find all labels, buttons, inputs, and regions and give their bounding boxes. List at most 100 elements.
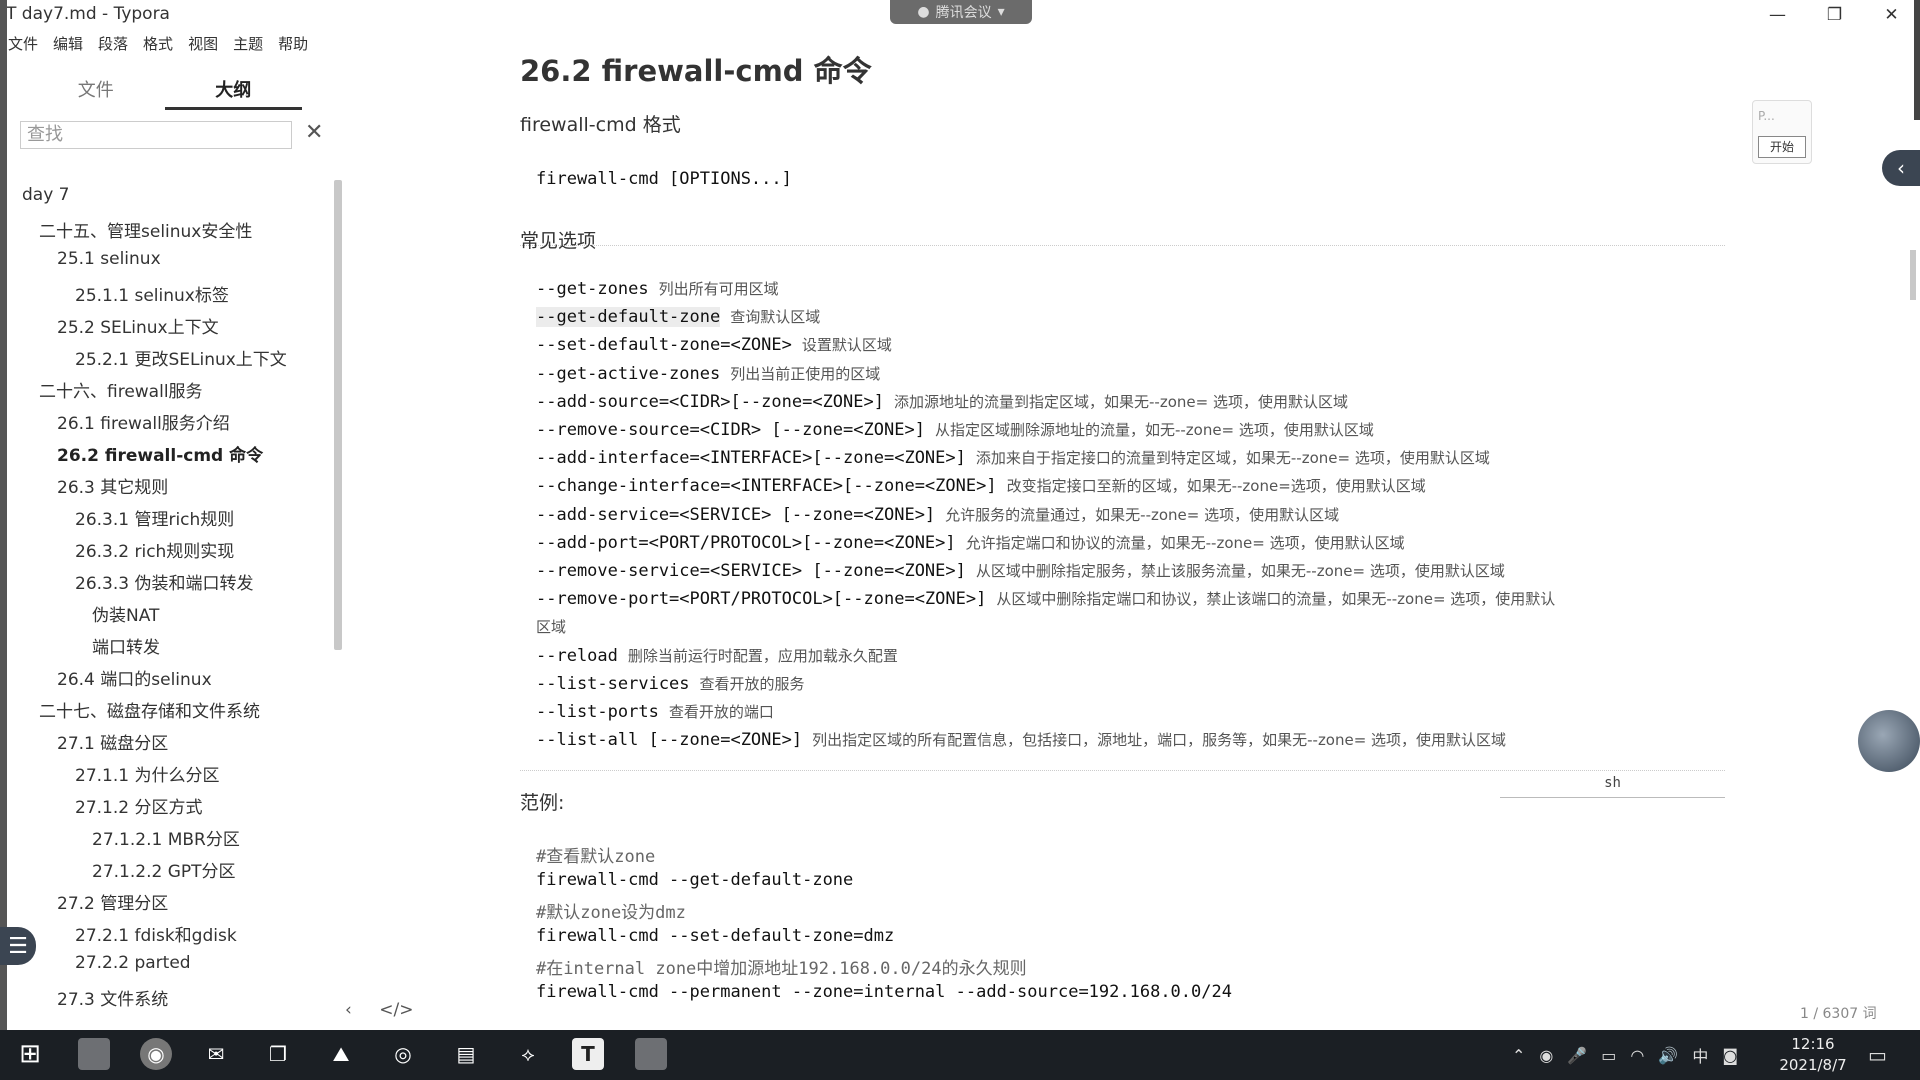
- outline-item[interactable]: day 7: [22, 185, 70, 205]
- menu-format[interactable]: 格式: [143, 33, 173, 54]
- typora-taskbar-icon[interactable]: T: [572, 1038, 604, 1070]
- outline-item[interactable]: 26.2 firewall-cmd 命令: [57, 441, 263, 466]
- code-line: firewall-cmd --permanent --zone=internal…: [536, 982, 1232, 1002]
- music-icon[interactable]: ◎: [387, 1038, 419, 1070]
- option-command: --get-active-zones: [536, 363, 721, 384]
- outline-toggle-button[interactable]: ☰: [0, 927, 36, 965]
- microphone-icon[interactable]: 🎤: [1567, 1046, 1587, 1065]
- outline-item[interactable]: 端口转发: [92, 633, 160, 658]
- collapse-arrow-button[interactable]: ‹: [1882, 150, 1920, 186]
- windows-start-icon[interactable]: ⊞: [14, 1038, 46, 1070]
- outline-item[interactable]: 二十六、firewall服务: [39, 377, 203, 402]
- file-explorer-icon[interactable]: ▤: [450, 1038, 482, 1070]
- notifications-icon[interactable]: ▭: [1868, 1030, 1887, 1080]
- outline-item[interactable]: 27.2 管理分区: [57, 889, 168, 914]
- outline-item[interactable]: 26.1 firewall服务介绍: [57, 409, 230, 434]
- outline-item[interactable]: 25.1.1 selinux标签: [75, 281, 229, 306]
- close-button[interactable]: ✕: [1863, 0, 1920, 30]
- option-line: --remove-source=<CIDR> [--zone=<ZONE>] 从指…: [536, 419, 1374, 440]
- outline-item[interactable]: 伪装NAT: [92, 601, 159, 626]
- outline-item[interactable]: 26.3 其它规则: [57, 473, 168, 498]
- app-thumbnail-icon[interactable]: [78, 1038, 110, 1070]
- outline-item[interactable]: 27.1.2.1 MBR分区: [92, 825, 240, 850]
- prev-icon[interactable]: ‹: [345, 1000, 352, 1020]
- minimize-button[interactable]: —: [1749, 0, 1806, 30]
- outline-item[interactable]: 26.3.3 伪装和端口转发: [75, 569, 253, 594]
- outline-item[interactable]: 25.2 SELinux上下文: [57, 313, 219, 338]
- wechat-icon[interactable]: ✉: [200, 1038, 232, 1070]
- qq-icon[interactable]: ◙: [1722, 1046, 1738, 1065]
- close-icon[interactable]: ✕: [305, 120, 323, 145]
- outline-item[interactable]: 26.4 端口的selinux: [57, 665, 212, 690]
- menu-bar: 文件 编辑 段落 格式 视图 主题 帮助: [8, 33, 323, 54]
- start-button[interactable]: 开始: [1758, 136, 1806, 158]
- outline-item[interactable]: 二十五、管理selinux安全性: [39, 217, 252, 242]
- camera-icon: ●: [917, 4, 930, 20]
- photos-icon[interactable]: ⛰: [325, 1038, 357, 1070]
- meeting-label: 腾讯会议: [935, 5, 992, 21]
- code-language-tag[interactable]: sh: [1500, 775, 1725, 798]
- option-line: --remove-service=<SERVICE> [--zone=<ZONE…: [536, 560, 1505, 581]
- option-description: 列出指定区域的所有配置信息，包括接口，源地址，端口，服务等，如果无--zone=…: [812, 731, 1507, 750]
- menu-paragraph[interactable]: 段落: [98, 33, 128, 54]
- outline-item[interactable]: 27.1.1 为什么分区: [75, 761, 219, 786]
- option-description: 允许指定端口和协议的流量，如果无--zone= 选项，使用默认区域: [965, 533, 1405, 552]
- options-code-block[interactable]: --get-zones 列出所有可用区域 --get-default-zone 查询默…: [520, 270, 1725, 771]
- outline-item[interactable]: 27.3 文件系统: [57, 985, 168, 1010]
- option-line: --get-zones 列出所有可用区域: [536, 278, 779, 299]
- option-line: --reload 删除当前运行时配置，应用加载永久配置: [536, 645, 898, 666]
- option-description: 从区域中删除指定服务，禁止该服务流量，如果无--zone= 选项，使用默认区域: [975, 562, 1505, 580]
- meeting-tray-icon[interactable]: ◉: [1539, 1046, 1553, 1065]
- option-description: 查看开放的端口: [668, 703, 774, 721]
- outline-item[interactable]: 25.1 selinux: [57, 249, 161, 269]
- outline-item[interactable]: 25.2.1 更改SELinux上下文: [75, 345, 287, 370]
- chrome-icon[interactable]: ◉: [140, 1038, 172, 1070]
- outline-item[interactable]: 26.3.1 管理rich规则: [75, 505, 234, 530]
- meeting-indicator[interactable]: ● 腾讯会议 ▾: [890, 0, 1032, 24]
- outline-item[interactable]: 27.1.2 分区方式: [75, 793, 202, 818]
- menu-view[interactable]: 视图: [188, 33, 218, 54]
- tab-outline[interactable]: 大纲: [164, 74, 302, 110]
- menu-edit[interactable]: 编辑: [53, 33, 83, 54]
- outline-item[interactable]: 27.1.2.2 GPT分区: [92, 857, 236, 882]
- code-comment-line: #默认zone设为dmz: [536, 903, 686, 923]
- option-command: --list-services: [536, 673, 690, 694]
- example-title: 范例:: [520, 792, 565, 814]
- option-line: 区域: [536, 616, 566, 637]
- virtual-desktop-icon[interactable]: ❐: [262, 1038, 294, 1070]
- option-command: --get-zones: [536, 279, 649, 299]
- outline-item[interactable]: 27.1 磁盘分区: [57, 729, 168, 754]
- wifi-icon[interactable]: ◠: [1630, 1046, 1644, 1065]
- sidebar-scrollbar[interactable]: [334, 180, 342, 650]
- outline-item[interactable]: 26.3.2 rich规则实现: [75, 537, 234, 562]
- option-line: --list-all [--zone=<ZONE>] 列出指定区域的所有配置信息，…: [536, 729, 1506, 750]
- battery-icon[interactable]: ▭: [1601, 1046, 1616, 1065]
- volume-icon[interactable]: 🔊: [1658, 1046, 1678, 1065]
- tab-files[interactable]: 文件: [27, 74, 165, 110]
- option-line: --get-active-zones 列出当前正使用的区域: [536, 363, 880, 384]
- typora-icon: T: [6, 4, 17, 24]
- screen-share-icon[interactable]: [635, 1038, 667, 1070]
- option-description: 从指定区域删除源地址的流量，如无--zone= 选项，使用默认区域: [934, 421, 1374, 439]
- menu-theme[interactable]: 主题: [233, 33, 263, 54]
- outline-search-input[interactable]: 查找: [20, 121, 292, 149]
- restore-button[interactable]: ❐: [1806, 0, 1863, 30]
- chevron-up-icon[interactable]: ⌃: [1512, 1046, 1525, 1065]
- option-description: 列出当前正使用的区域: [730, 364, 881, 383]
- bird-app-icon[interactable]: ⟡: [512, 1038, 544, 1070]
- word-count[interactable]: 1 / 6307 词: [1800, 1003, 1877, 1023]
- menu-file[interactable]: 文件: [8, 33, 38, 54]
- source-code-icon[interactable]: </>: [379, 1000, 413, 1020]
- option-description: 从区域中删除指定端口和协议，禁止该端口的流量，如果无--zone= 选项，使用默…: [996, 590, 1556, 609]
- outline-item[interactable]: 27.2.2 parted: [75, 953, 191, 973]
- outline-item[interactable]: 二十七、磁盘存储和文件系统: [39, 697, 260, 722]
- window-left-edge: [0, 0, 7, 1030]
- format-code-block[interactable]: firewall-cmd [OPTIONS...]: [520, 155, 1725, 246]
- ime-indicator[interactable]: 中: [1692, 1043, 1708, 1067]
- menu-help[interactable]: 帮助: [278, 33, 308, 54]
- avatar[interactable]: [1858, 710, 1920, 772]
- editor-scrollbar[interactable]: [1910, 250, 1916, 300]
- system-clock[interactable]: 12:16 2021/8/7: [1768, 1034, 1858, 1076]
- outline-item[interactable]: 27.2.1 fdisk和gdisk: [75, 921, 237, 946]
- option-command: --add-interface=<INTERFACE>[--zone=<ZONE…: [536, 448, 966, 469]
